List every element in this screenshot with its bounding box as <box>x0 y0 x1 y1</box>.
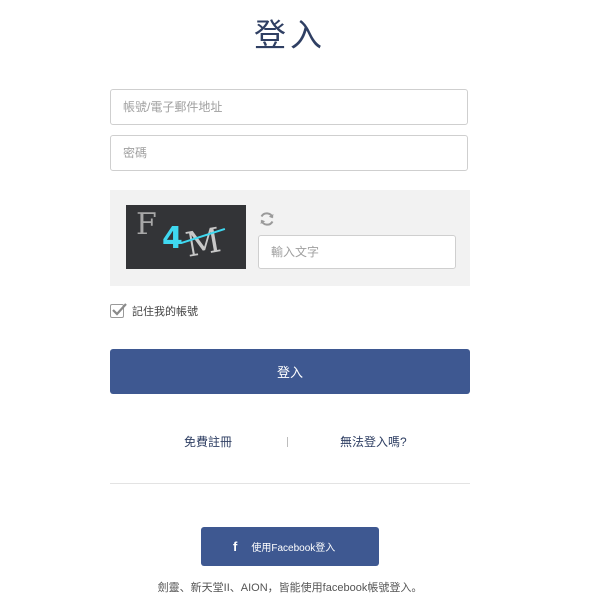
login-page: 登入 F 4 M 記住我的帳號 登入 免費註冊 無法登入 <box>0 0 601 597</box>
captcha-char: F <box>136 207 157 242</box>
page-title: 登入 <box>253 17 326 53</box>
remember-account-toggle[interactable]: 記住我的帳號 <box>110 302 198 320</box>
checkmark-icon <box>112 303 127 316</box>
captcha-char: 4 <box>162 221 183 256</box>
section-divider <box>110 483 470 484</box>
refresh-icon[interactable] <box>258 210 276 228</box>
facebook-button-label: 使用Facebook登入 <box>251 543 336 554</box>
login-button[interactable]: 登入 <box>110 349 470 394</box>
captcha-image: F 4 M <box>126 205 246 269</box>
remember-checkbox[interactable] <box>110 303 127 318</box>
captcha-panel: F 4 M <box>110 190 470 286</box>
captcha-char: M <box>182 220 225 266</box>
password-input[interactable] <box>110 135 468 171</box>
account-input[interactable] <box>110 89 468 125</box>
link-divider <box>287 437 288 447</box>
forgot-login-link[interactable]: 無法登入嗎? <box>340 433 407 450</box>
facebook-icon: f <box>233 539 238 554</box>
facebook-note: 劍靈、新天堂II、AION，皆能使用facebook帳號登入。 <box>157 582 423 594</box>
register-link[interactable]: 免費註冊 <box>184 433 232 450</box>
facebook-login-button[interactable]: f 使用Facebook登入 <box>201 527 379 566</box>
captcha-input[interactable] <box>258 235 456 269</box>
remember-label: 記住我的帳號 <box>132 306 198 318</box>
